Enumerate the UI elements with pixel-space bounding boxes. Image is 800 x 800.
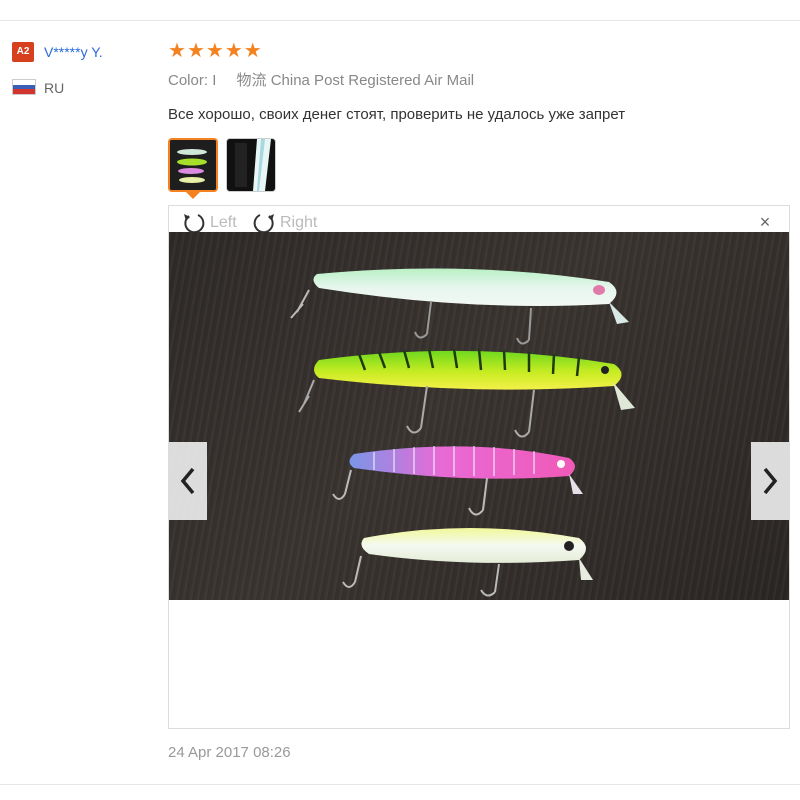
buyer-level-badge: A2	[12, 42, 34, 62]
star-rating: ★ ★ ★ ★ ★	[168, 40, 262, 62]
next-photo-button[interactable]	[751, 442, 789, 520]
review-photo	[169, 232, 789, 600]
review-photo-thumbnail-1[interactable]	[168, 138, 218, 192]
review-photo-thumbnail-2[interactable]	[226, 138, 276, 192]
top-divider	[0, 20, 800, 21]
close-icon[interactable]: ×	[755, 212, 775, 232]
star-icon: ★	[186, 40, 205, 62]
review-text: Все хорошо, своих денег стоят, проверить…	[168, 106, 626, 123]
rotate-right-label: Right	[280, 214, 318, 231]
star-icon: ★	[224, 40, 243, 62]
reviewer-name[interactable]: V*****y Y.	[44, 42, 103, 62]
photo-viewer: Left Right ×	[168, 205, 790, 729]
star-icon: ★	[168, 40, 186, 62]
previous-photo-button[interactable]	[169, 442, 207, 520]
rotate-left-label: Left	[210, 214, 237, 231]
color-value: I	[212, 72, 217, 89]
chevron-left-icon	[180, 467, 195, 495]
color-label: Color:	[168, 72, 209, 89]
star-icon: ★	[205, 40, 224, 62]
reviewer-country: RU	[44, 80, 65, 96]
review-date: 24 Apr 2017 08:26	[168, 744, 291, 761]
star-icon: ★	[243, 40, 262, 62]
bottom-divider	[0, 784, 800, 785]
order-attributes: Color: I 物流 China Post Registered Air Ma…	[168, 70, 474, 92]
selected-thumbnail-indicator	[186, 192, 200, 199]
chevron-right-icon	[763, 467, 778, 495]
logistics-info: 物流 China Post Registered Air Mail	[236, 72, 475, 89]
russia-flag-icon	[12, 79, 36, 95]
